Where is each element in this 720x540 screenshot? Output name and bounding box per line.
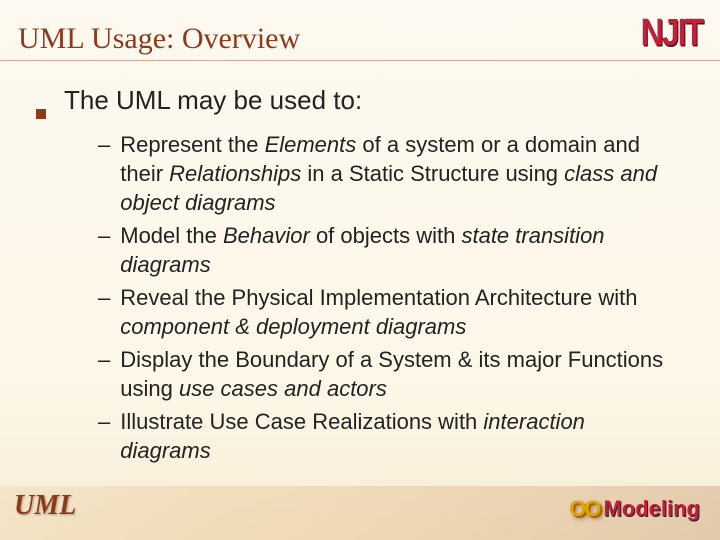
list-item: –Illustrate Use Case Realizations with i…	[98, 407, 680, 465]
list-item: –Model the Behavior of objects with stat…	[98, 221, 680, 279]
square-bullet-icon	[36, 109, 46, 119]
list-item-text: Display the Boundary of a System & its m…	[120, 345, 680, 403]
content-area: The UML may be used to: –Represent the E…	[36, 85, 680, 469]
list-item: –Represent the Elements of a system or a…	[98, 130, 680, 217]
dash-icon: –	[98, 221, 110, 279]
list-item-text: Model the Behavior of objects with state…	[120, 221, 680, 279]
title-divider	[0, 60, 720, 61]
dash-icon: –	[98, 283, 110, 341]
list-item-text: Illustrate Use Case Realizations with in…	[120, 407, 680, 465]
dash-icon: –	[98, 345, 110, 403]
sub-bullet-list: –Represent the Elements of a system or a…	[98, 130, 680, 465]
footer-brand: OO Modeling	[569, 496, 700, 522]
lead-bullet: The UML may be used to:	[36, 85, 680, 116]
dash-icon: –	[98, 407, 110, 465]
list-item: –Reveal the Physical Implementation Arch…	[98, 283, 680, 341]
list-item-text: Represent the Elements of a system or a …	[120, 130, 680, 217]
footer-uml-label: UML	[14, 490, 76, 522]
list-item-text: Reveal the Physical Implementation Archi…	[120, 283, 680, 341]
lead-text: The UML may be used to:	[64, 85, 362, 116]
dash-icon: –	[98, 130, 110, 217]
footer-brand-modeling: Modeling	[603, 496, 700, 521]
list-item: –Display the Boundary of a System & its …	[98, 345, 680, 403]
footer-brand-oo: OO	[569, 496, 603, 521]
page-title: UML Usage: Overview	[18, 22, 300, 56]
njit-logo: NJIT	[641, 10, 702, 54]
